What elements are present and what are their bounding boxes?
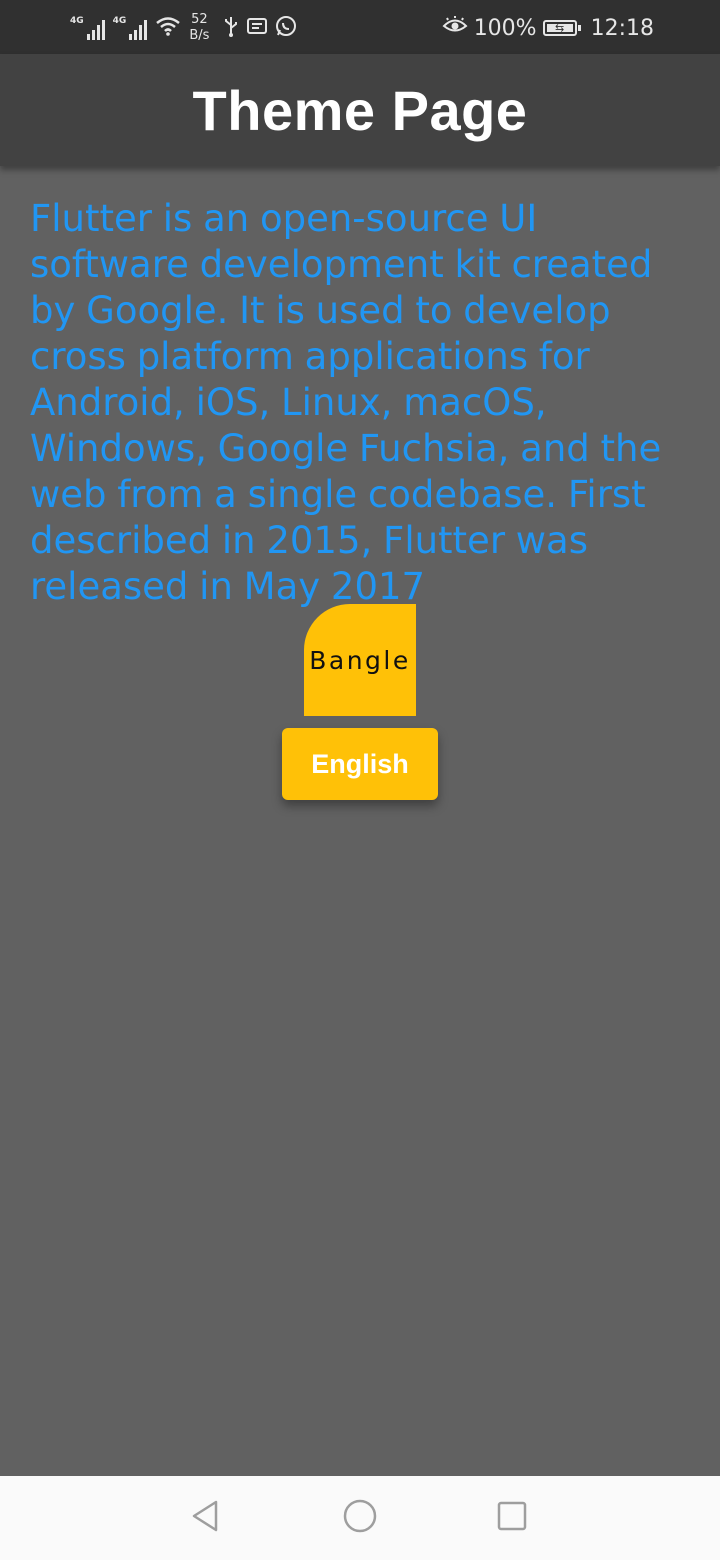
- english-button[interactable]: English: [282, 728, 438, 800]
- status-bar-left: 4G 4G 52 B/s: [70, 10, 297, 46]
- network-type-label: 4G: [112, 16, 127, 26]
- recent-apps-button[interactable]: [488, 1494, 536, 1542]
- page-title: Theme Page: [192, 78, 528, 142]
- back-button[interactable]: [182, 1494, 230, 1542]
- battery-icon: ⇆: [542, 20, 581, 36]
- english-button-label: English: [311, 748, 409, 779]
- home-button[interactable]: [336, 1494, 384, 1542]
- bangle-button[interactable]: Bangle: [304, 604, 416, 716]
- network-type-label: 4G: [70, 16, 84, 26]
- app-bar: Theme Page: [0, 54, 720, 166]
- recent-apps-icon: [494, 1498, 530, 1539]
- back-icon: [188, 1498, 224, 1539]
- speed-value: 52: [191, 12, 208, 27]
- network-speed: 52 B/s: [189, 12, 209, 44]
- speed-unit: B/s: [189, 28, 210, 43]
- battery-percent: 100%: [473, 15, 537, 41]
- whatsapp-icon: [275, 15, 297, 42]
- home-icon: [342, 1498, 378, 1539]
- bangle-button-label: Bangle: [309, 645, 411, 675]
- message-icon: [247, 17, 268, 40]
- description-text: Flutter is an open-source UI software de…: [30, 197, 662, 608]
- navigation-bar: [0, 1476, 720, 1560]
- charging-icon: ⇆: [554, 21, 565, 35]
- usb-icon: [223, 15, 239, 42]
- status-bar-right: 100% ⇆ 12:18: [442, 10, 654, 46]
- status-bar: 4G 4G 52 B/s 100% ⇆ 12:18: [0, 0, 720, 54]
- wifi-icon: [155, 15, 181, 42]
- signal-icon: 4G: [70, 16, 105, 40]
- eye-comfort-icon: [442, 15, 468, 41]
- signal-icon: 4G: [113, 16, 148, 40]
- clock: 12:18: [590, 15, 654, 41]
